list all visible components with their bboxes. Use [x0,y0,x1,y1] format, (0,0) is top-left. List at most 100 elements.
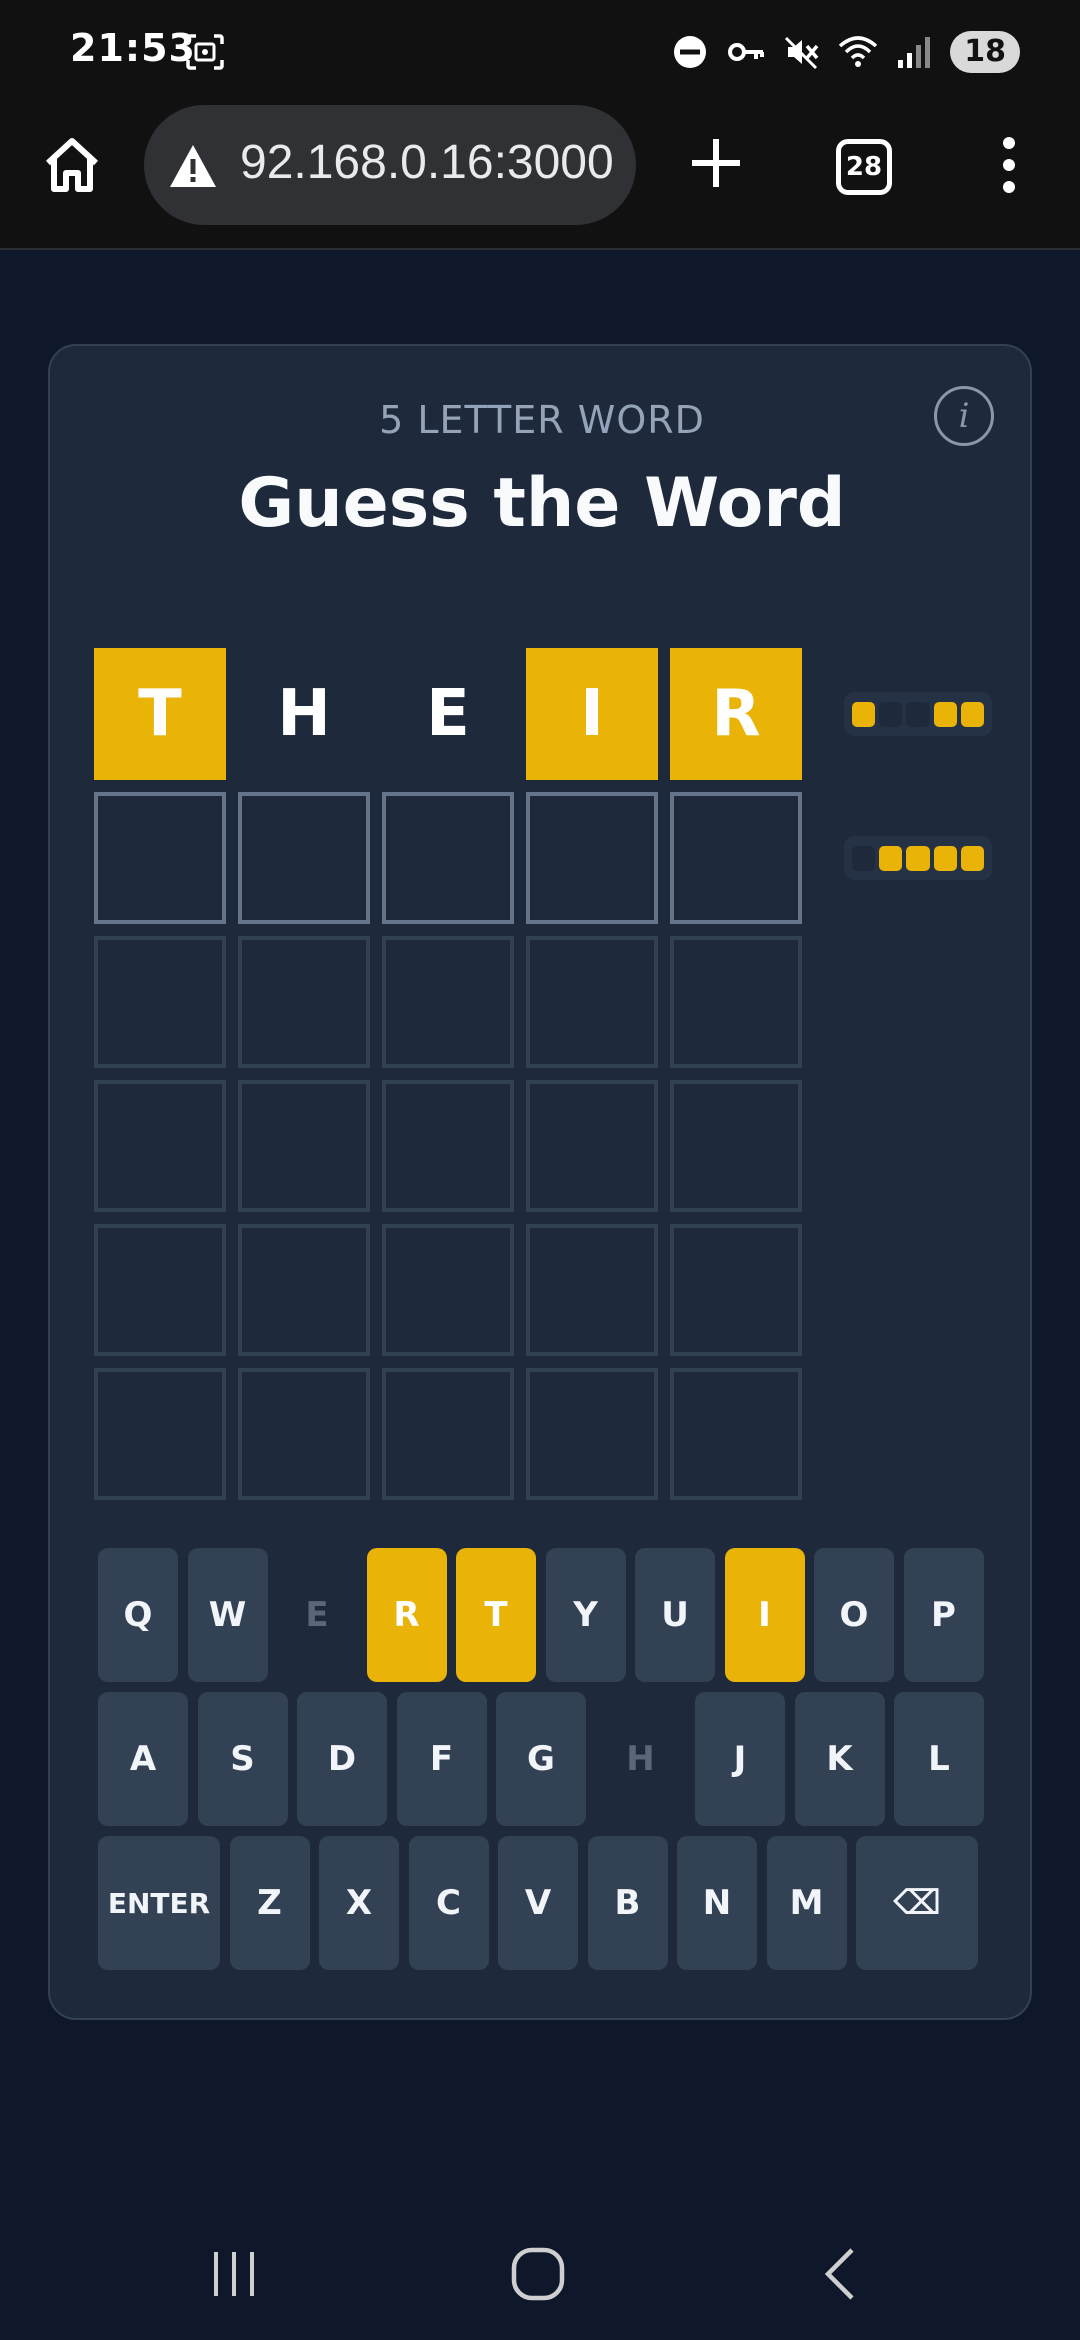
backspace-icon[interactable]: ⌫ [856,1836,978,1970]
key-l[interactable]: L [894,1692,984,1826]
hint-dot [879,845,903,871]
letter-tile [526,936,658,1068]
more-vert-icon[interactable] [994,133,1024,197]
hint-dot [906,845,930,871]
row-hint-indicator [844,692,992,736]
letter-tile [670,1080,802,1212]
row-hint-indicator [844,836,992,880]
keyboard-row: ASDFGHJKL [98,1692,988,1826]
keyboard-row: QWERTYUIOP [98,1548,988,1682]
key-o[interactable]: O [814,1548,894,1682]
key-x[interactable]: X [319,1836,399,1970]
letter-tile: E [426,677,470,751]
key-y[interactable]: Y [545,1548,626,1682]
keyboard-row: ENTER Z X C V B N M ⌫ [98,1836,988,1970]
home-icon[interactable] [40,133,104,197]
key-v[interactable]: V [498,1836,578,1970]
key-u[interactable]: U [635,1548,715,1682]
wifi-icon [839,36,878,67]
nav-home-icon[interactable] [508,2244,568,2304]
key-b[interactable]: B [587,1836,668,1970]
vpn-key-icon [728,43,765,61]
back-icon[interactable] [810,2244,870,2304]
plus-icon[interactable] [686,133,746,193]
letter-tile [382,936,514,1068]
letter-tile [670,1224,802,1356]
key-k[interactable]: K [794,1692,885,1826]
status-icons: 18 [670,30,1020,74]
hint-dot [906,701,930,727]
guess-board: TH EIR [94,648,992,1512]
hint-dot [960,845,985,871]
key-z[interactable]: Z [229,1836,310,1970]
url-text[interactable]: 92.168.0.16:3000 [240,135,620,190]
status-bar: 21:53 18 [0,0,1080,105]
letter-tile: R [670,648,802,780]
hint-dot [933,701,957,727]
letter-tile [382,1080,514,1212]
letter-tile [94,1080,226,1212]
letter-tile [382,792,514,924]
letter-tile [526,1224,658,1356]
warning-icon[interactable] [168,143,218,189]
board-row [94,1080,802,1212]
navigation-bar [0,2200,1080,2340]
letter-tile [382,1368,514,1500]
recents-icon[interactable] [204,2244,264,2304]
letter-tile: I [526,648,658,780]
key-j[interactable]: J [695,1692,785,1826]
key-d[interactable]: D [297,1692,387,1826]
letter-tile [526,1080,658,1212]
key-i[interactable]: I [724,1548,805,1682]
tab-switcher-button[interactable]: 28 [836,139,892,195]
status-time: 21:53 [70,26,196,70]
letter-tile [94,1368,226,1500]
dnd-icon [674,36,707,68]
key-m[interactable]: M [766,1836,847,1970]
address-bar[interactable]: 92.168.0.16:3000 [144,105,636,225]
toolbar: 92.168.0.16:3000 28 [0,105,1080,250]
letter-tile [382,1224,514,1356]
key-q[interactable]: Q [98,1548,178,1682]
letter-tile [94,936,226,1068]
key-g[interactable]: G [496,1692,586,1826]
letter-tile [238,936,370,1068]
browser-chrome: 21:53 18 92.168.0.16:3000 28 [0,0,1080,250]
key-e[interactable]: E [277,1548,357,1682]
game-subtitle: 5 LETTER WORD [379,398,705,442]
letter-tile [94,792,226,924]
board-row [94,1224,802,1356]
battery-badge: 18 [950,31,1020,73]
letter-tile [670,1368,802,1500]
key-w[interactable]: W [187,1548,268,1682]
board-row: TH EIR [94,648,992,780]
hint-dot [933,845,957,871]
key-s[interactable]: S [197,1692,288,1826]
key-r[interactable]: R [366,1548,447,1682]
letter-tile [238,1368,370,1500]
on-screen-keyboard: Q W E R T Y U I O P A S D F G H J K L ENTER Z X C V B N M ⌫ [98,1548,988,1980]
game-title: Guess the Word [238,464,846,543]
hint-dot [960,701,985,727]
board-row [94,936,802,1068]
letter-tile [238,1080,370,1212]
key-c[interactable]: C [408,1836,489,1970]
signal-icon [898,37,931,68]
hint-dot [852,701,876,727]
key-f[interactable]: F [396,1692,487,1826]
letter-tile [670,792,802,924]
board-row [94,792,992,924]
mute-icon [785,36,819,70]
key-n[interactable]: N [677,1836,757,1970]
enter-key[interactable]: ENTER [98,1836,220,1970]
hint-dot [879,701,903,727]
letter-tile [526,792,658,924]
letter-tile: T [94,648,226,780]
key-t[interactable]: T [456,1548,536,1682]
key-a[interactable]: A [98,1692,188,1826]
screenshot-icon [186,34,224,70]
game-card: i 5 LETTER WORD Guess the Word THEIR QWE… [48,344,1032,2020]
letter-tile [670,936,802,1068]
key-p[interactable]: P [903,1548,984,1682]
key-h[interactable]: H [596,1692,686,1826]
